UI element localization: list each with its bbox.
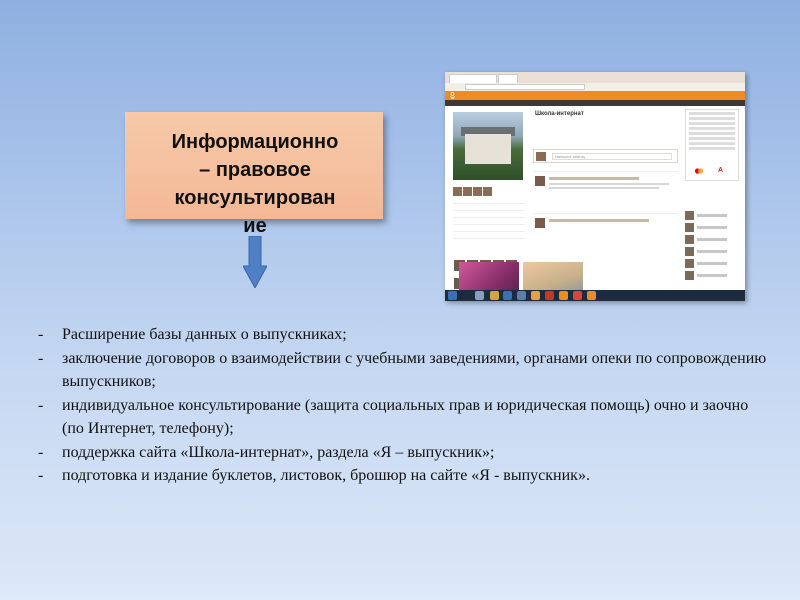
- ok-logo-icon: [449, 92, 456, 99]
- website-screenshot: Школа-интернат Напишите заметку A: [445, 72, 745, 301]
- group-links: [453, 197, 525, 239]
- browser-tab-bar: [445, 72, 745, 83]
- slide-title: Информационно – правовое консультирован …: [171, 131, 339, 237]
- ad-banner: A: [685, 109, 739, 181]
- group-title: Школа-интернат: [535, 111, 584, 117]
- member-thumbs: [453, 183, 523, 196]
- mastercard-logo-icon: [694, 168, 704, 174]
- ok-header-bar: [445, 91, 745, 100]
- taskbar: [445, 290, 745, 301]
- post-box: Напишите заметку: [533, 149, 678, 163]
- group-photo: [453, 112, 523, 180]
- friends-list: [685, 207, 739, 281]
- notice-strip: [445, 100, 745, 106]
- post-input: Напишите заметку: [552, 153, 672, 160]
- browser-tab: [449, 74, 497, 83]
- bullet-list: - Расширение базы данных о выпускниках; -…: [38, 323, 768, 488]
- group-description: [535, 119, 675, 133]
- feed-post: [533, 171, 678, 208]
- down-arrow-icon: [243, 236, 267, 288]
- browser-tab: [498, 74, 518, 83]
- alfa-bank-logo-icon: A: [718, 167, 724, 174]
- list-item: - заключение договоров о взаимодействии с…: [38, 349, 767, 391]
- list-item: - поддержка сайта «Школа-интернат», разде…: [38, 443, 495, 461]
- right-column: A: [683, 109, 741, 289]
- url-field: [465, 84, 585, 90]
- list-item: - подготовка и издание буклетов, листовок…: [38, 467, 590, 484]
- list-item: - Расширение базы данных о выпускниках;: [38, 326, 347, 343]
- list-item: - индивидуальное консультирование (защита…: [38, 396, 749, 438]
